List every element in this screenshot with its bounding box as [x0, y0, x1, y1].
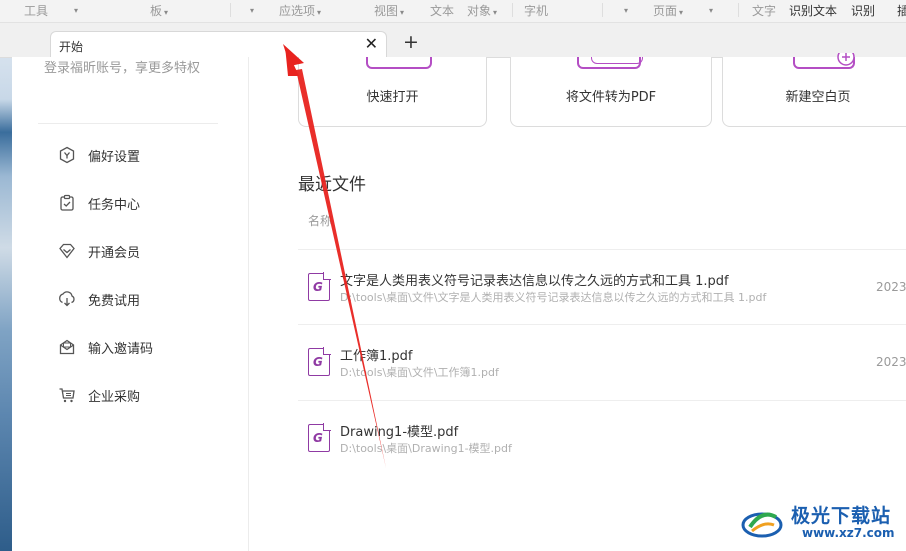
quick-open-card[interactable]: 快速打开	[298, 57, 487, 127]
desktop-background-strip	[0, 0, 12, 551]
file-path: D:\tools\桌面\文件\工作簿1.pdf	[340, 366, 499, 379]
sidebar-item-label: 偏好设置	[88, 149, 141, 165]
invite-code-icon	[59, 339, 75, 355]
sidebar-item-label: 输入邀请码	[88, 341, 154, 357]
tab-start-label: 开始	[59, 40, 84, 54]
sidebar-item-label: 免费试用	[88, 293, 141, 309]
sidebar: 登录福昕账号，享更多特权 偏好设置 任务中心 开通会员 免费试用 输入邀请码 企…	[12, 57, 249, 551]
ribbon-toolbar: 工具 板 应选项 视图 文本 对象 字机 页面 文字 识别文本 识别 插	[0, 0, 906, 23]
sidebar-divider	[38, 123, 218, 124]
card-label: 将文件转为PDF	[565, 90, 657, 105]
toolbar-recognize[interactable]: 识别	[851, 2, 875, 19]
toolbar-text[interactable]: 文本	[430, 2, 454, 19]
file-path: D:\tools\桌面\文件\文字是人类用表义符号记录表达信息以传之久远的方式和…	[340, 291, 767, 304]
sidebar-item-label: 企业采购	[88, 389, 141, 405]
recent-file-row[interactable]: G 工作簿1.pdf D:\tools\桌面\文件\工作簿1.pdf 2023-	[298, 325, 906, 399]
enterprise-purchase-icon	[59, 388, 75, 403]
watermark: 极光下载站 www.xz7.com	[736, 501, 896, 545]
sidebar-item-enterprise[interactable]: 企业采购	[58, 384, 140, 406]
file-date: 2023-	[876, 280, 906, 294]
toolbar-separator	[512, 3, 513, 17]
toolbar-dropdown-3[interactable]	[622, 2, 628, 16]
tab-close-icon[interactable]: ✕	[365, 35, 378, 53]
toolbar-options[interactable]: 应选项	[279, 2, 321, 19]
convert-to-pdf-card[interactable]: 将文件转为PDF	[510, 57, 712, 127]
watermark-name: 极光下载站	[791, 505, 892, 527]
open-folder-icon	[366, 57, 432, 69]
preferences-icon	[59, 146, 75, 164]
pdf-file-icon: G	[308, 423, 331, 452]
toolbar-separator	[738, 3, 739, 17]
pdf-file-icon: G	[308, 272, 331, 301]
card-label: 新建空白页	[785, 90, 851, 105]
sidebar-item-invite-code[interactable]: 输入邀请码	[58, 336, 153, 358]
file-name: 文字是人类用表义符号记录表达信息以传之久远的方式和工具 1.pdf	[340, 274, 729, 289]
file-name: Drawing1-模型.pdf	[340, 425, 459, 440]
sidebar-item-free-trial[interactable]: 免费试用	[58, 288, 140, 310]
file-path: D:\tools\桌面\Drawing1-模型.pdf	[340, 442, 512, 455]
toolbar-separator	[602, 3, 603, 17]
recent-files-title: 最近文件	[298, 175, 366, 195]
sidebar-item-label: 开通会员	[88, 245, 141, 261]
new-tab-icon[interactable]: +	[403, 32, 419, 52]
file-date: 2023-	[876, 355, 906, 369]
toolbar-dropdown-2[interactable]	[248, 2, 254, 16]
toolbar-recognize-text[interactable]: 识别文本	[789, 2, 837, 19]
new-blank-page-card[interactable]: 新建空白页	[722, 53, 906, 127]
task-center-icon	[60, 194, 74, 211]
toolbar-page[interactable]: 页面	[653, 2, 683, 19]
toolbar-view[interactable]: 视图	[374, 2, 404, 19]
aurora-logo-icon	[741, 512, 783, 538]
sidebar-item-membership[interactable]: 开通会员	[58, 240, 140, 262]
membership-icon	[59, 243, 75, 259]
login-hint-link[interactable]: 登录福昕账号，享更多特权	[44, 57, 200, 76]
card-label: 快速打开	[366, 90, 419, 105]
column-header-name[interactable]: 名称	[308, 212, 332, 229]
toolbar-typewriter[interactable]: 字机	[524, 2, 548, 19]
toolbar-separator	[230, 3, 231, 17]
recent-file-row[interactable]: G 文字是人类用表义符号记录表达信息以传之久远的方式和工具 1.pdf D:\t…	[298, 250, 906, 324]
toolbar-dropdown-4[interactable]	[707, 2, 713, 16]
file-name: 工作簿1.pdf	[340, 349, 413, 364]
tab-start[interactable]: 开始 ✕	[50, 31, 387, 58]
recent-file-row[interactable]: G Drawing1-模型.pdf D:\tools\桌面\Drawing1-模…	[298, 401, 906, 475]
free-trial-icon	[59, 291, 75, 307]
toolbar-object[interactable]: 对象	[467, 2, 497, 19]
toolbar-insert[interactable]: 插	[897, 2, 906, 19]
toolbar-ocr-text[interactable]: 文字	[752, 2, 776, 19]
add-page-plus-icon	[837, 53, 855, 66]
convert-file-icon-inner	[591, 57, 643, 64]
toolbar-dropdown-1[interactable]	[72, 2, 78, 16]
watermark-url: www.xz7.com	[802, 526, 895, 540]
tab-bar: 开始 ✕ +	[0, 23, 906, 58]
toolbar-board[interactable]: 板	[150, 2, 168, 19]
sidebar-item-label: 任务中心	[88, 197, 141, 213]
pdf-file-icon: G	[308, 347, 331, 376]
sidebar-item-preferences[interactable]: 偏好设置	[58, 144, 140, 166]
toolbar-tools[interactable]: 工具	[24, 2, 48, 19]
sidebar-item-task-center[interactable]: 任务中心	[58, 192, 140, 214]
